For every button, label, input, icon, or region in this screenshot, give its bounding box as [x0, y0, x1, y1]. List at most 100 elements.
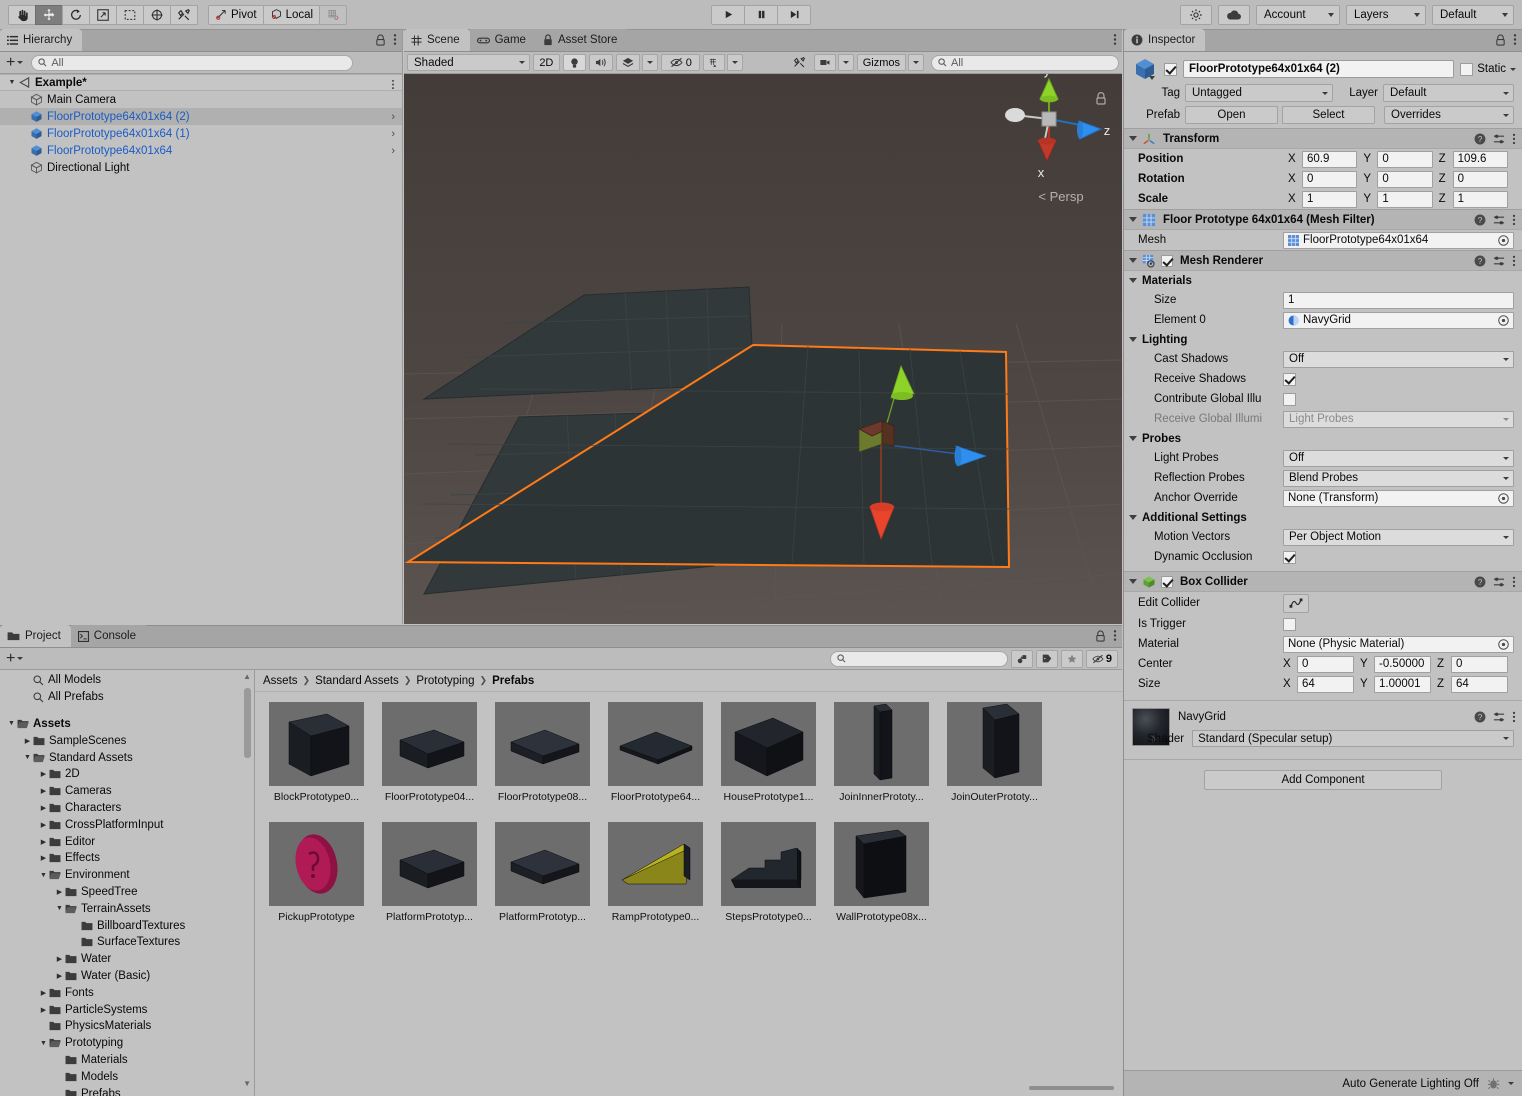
asset-thumbnail[interactable]	[947, 702, 1042, 786]
project-tree-item-0[interactable]: All Models	[0, 672, 254, 689]
mesh-renderer-component-header[interactable]: Mesh Renderer ?	[1124, 250, 1522, 271]
breadcrumb-item-1[interactable]: Standard Assets	[315, 675, 399, 687]
chevron-right-icon[interactable]: ›	[391, 111, 395, 123]
asset-item-10[interactable]: RampPrototype0...	[608, 822, 703, 923]
breadcrumb-item-3[interactable]: Prefabs	[492, 675, 534, 687]
move-tool-button[interactable]	[35, 4, 63, 25]
chevron-right-icon[interactable]: ▶	[38, 838, 49, 846]
size-x-field[interactable]: 64	[1297, 675, 1354, 693]
materials-section-header[interactable]: Materials	[1124, 271, 1522, 290]
transform-rotation-x-field[interactable]: 0	[1302, 170, 1358, 188]
asset-item-6[interactable]: JoinOuterPrototy...	[947, 702, 1042, 803]
scene-camera-button[interactable]	[813, 54, 836, 71]
asset-thumbnail[interactable]	[269, 822, 364, 906]
gameobject-name-field[interactable]: FloorPrototype64x01x64 (2)	[1183, 60, 1455, 78]
asset-item-2[interactable]: FloorPrototype08...	[495, 702, 590, 803]
asset-thumbnail[interactable]	[721, 822, 816, 906]
transform-position-z-field[interactable]: 109.6	[1452, 150, 1508, 168]
hierarchy-item-0[interactable]: Main Camera	[0, 91, 402, 108]
account-dropdown[interactable]: Account	[1256, 4, 1340, 25]
asset-thumbnail[interactable]	[382, 822, 477, 906]
project-tree-scrollbar[interactable]: ▲ ▼	[243, 672, 252, 1088]
hierarchy-search-input[interactable]: All	[31, 54, 354, 71]
asset-thumbnail[interactable]	[834, 702, 929, 786]
asset-thumbnail[interactable]	[608, 702, 703, 786]
cast-shadows-dropdown[interactable]: Off	[1283, 350, 1514, 368]
hierarchy-item-1[interactable]: FloorPrototype64x01x64 (2) ›	[0, 108, 402, 125]
static-toggle[interactable]: Static	[1460, 62, 1516, 76]
hierarchy-item-4[interactable]: Directional Light	[0, 159, 402, 176]
status-dropdown-caret[interactable]	[1508, 1082, 1514, 1085]
local-toggle-button[interactable]: Local	[262, 4, 321, 25]
scene-viewport[interactable]: y z x < Persp	[404, 74, 1122, 624]
reflection-probes-dropdown[interactable]: Blend Probes	[1283, 469, 1514, 487]
mesh-object-field[interactable]: FloorPrototype64x01x64	[1283, 231, 1514, 249]
chevron-right-icon[interactable]: ▶	[38, 1006, 49, 1014]
transform-component-header[interactable]: Transform ?	[1124, 128, 1522, 149]
chevron-down-icon[interactable]: ▼	[6, 720, 17, 727]
hidden-objects-button[interactable]: 0	[661, 54, 701, 71]
project-tree-item-8[interactable]: ▶ Characters	[0, 800, 254, 817]
layout-dropdown[interactable]: Default	[1432, 4, 1514, 25]
transform-foldout[interactable]	[1129, 136, 1137, 141]
chevron-right-icon[interactable]: ▶	[54, 972, 65, 980]
tab-console[interactable]: Console	[70, 625, 146, 647]
asset-item-7[interactable]: PickupPrototype	[269, 822, 364, 923]
rotate-tool-button[interactable]	[62, 4, 90, 25]
project-tree-item-22[interactable]: ▼ Prototyping	[0, 1035, 254, 1052]
edit-collider-button[interactable]	[1283, 593, 1309, 613]
tab-inspector[interactable]: Inspector	[1124, 29, 1206, 51]
dynamic-occlusion-checkbox[interactable]	[1283, 550, 1296, 564]
custom-tool-button[interactable]	[170, 4, 198, 25]
scene-camera-dropdown[interactable]	[837, 54, 854, 71]
hand-tool-button[interactable]	[8, 4, 36, 25]
project-tree-item-20[interactable]: ▶ ParticleSystems	[0, 1001, 254, 1018]
grid-snap-button[interactable]	[319, 4, 348, 25]
chevron-right-icon[interactable]: ▶	[22, 737, 33, 745]
asset-item-8[interactable]: PlatformPrototyp...	[382, 822, 477, 923]
chevron-right-icon[interactable]: ›	[391, 145, 395, 157]
materials-size-field[interactable]: 1	[1283, 291, 1514, 309]
scene-tools-button[interactable]	[787, 54, 810, 71]
chevron-right-icon[interactable]: ▶	[38, 770, 49, 778]
editor-settings-icon[interactable]	[1180, 4, 1212, 25]
scene-search-input[interactable]: All	[930, 54, 1119, 71]
pivot-toggle-button[interactable]: Pivot	[208, 4, 264, 25]
hierarchy-item-3[interactable]: FloorPrototype64x01x64 ›	[0, 142, 402, 159]
asset-item-1[interactable]: FloorPrototype04...	[382, 702, 477, 803]
chevron-right-icon[interactable]: ▶	[38, 804, 49, 812]
chevron-right-icon[interactable]: ▶	[54, 955, 65, 963]
project-tree-item-21[interactable]: PhysicsMaterials	[0, 1018, 254, 1035]
chevron-right-icon[interactable]: ›	[391, 128, 395, 140]
probes-foldout[interactable]	[1129, 436, 1137, 441]
additional-settings-foldout[interactable]	[1129, 515, 1137, 520]
transform-position-x-field[interactable]: 60.9	[1302, 150, 1358, 168]
box-collider-foldout[interactable]	[1129, 579, 1137, 584]
project-tree-item-5[interactable]: ▼ Standard Assets	[0, 749, 254, 766]
size-y-field[interactable]: 1.00001	[1374, 675, 1431, 693]
element0-object-field[interactable]: NavyGrid	[1283, 311, 1514, 329]
cloud-icon[interactable]	[1218, 4, 1250, 25]
transform-tool-button[interactable]	[143, 4, 171, 25]
step-button[interactable]	[777, 4, 811, 25]
project-tree-item-4[interactable]: ▶ SampleScenes	[0, 732, 254, 749]
receive-shadows-checkbox[interactable]	[1283, 372, 1296, 386]
scene-visibility-button[interactable]	[703, 54, 726, 71]
project-tree-item-17[interactable]: ▶ Water	[0, 951, 254, 968]
is-trigger-checkbox[interactable]	[1283, 617, 1296, 631]
play-button[interactable]	[711, 4, 745, 25]
project-tree-item-18[interactable]: ▶ Water (Basic)	[0, 968, 254, 985]
fx-dropdown-button[interactable]	[642, 54, 659, 71]
layers-dropdown[interactable]: Layers	[1346, 4, 1426, 25]
chevron-right-icon[interactable]: ▶	[54, 888, 65, 896]
additional-settings-section-header[interactable]: Additional Settings	[1124, 508, 1522, 527]
asset-thumbnail[interactable]	[495, 822, 590, 906]
transform-scale-x-field[interactable]: 1	[1302, 190, 1358, 208]
project-tree-item-25[interactable]: Prefabs	[0, 1085, 254, 1096]
chevron-down-icon[interactable]: ▼	[38, 872, 49, 879]
pause-button[interactable]	[744, 4, 778, 25]
mesh-filter-foldout[interactable]	[1129, 217, 1137, 222]
asset-item-9[interactable]: PlatformPrototyp...	[495, 822, 590, 923]
probes-section-header[interactable]: Probes	[1124, 429, 1522, 448]
asset-thumbnail[interactable]	[721, 702, 816, 786]
